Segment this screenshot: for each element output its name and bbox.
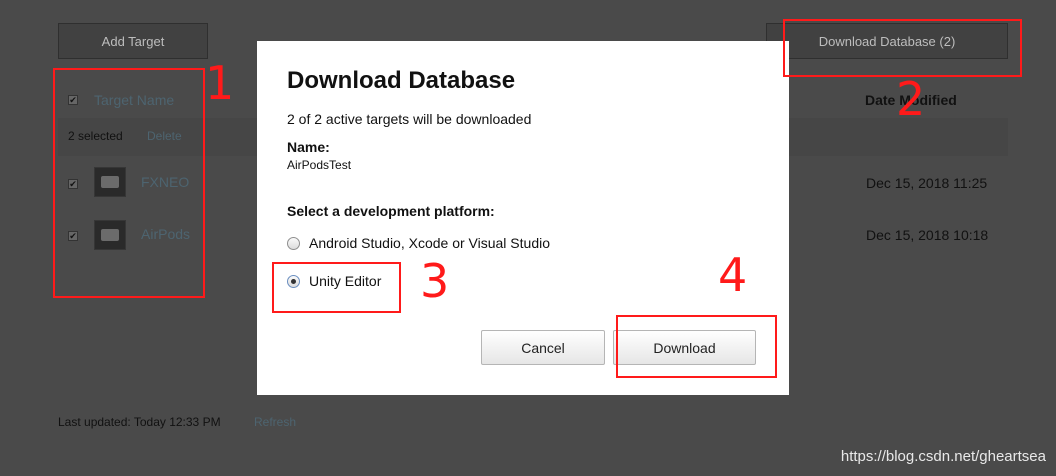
target-date: Dec 15, 2018 11:25: [866, 175, 988, 191]
annotation-number-1: 1: [205, 56, 235, 110]
dialog-title: Download Database: [287, 67, 516, 94]
annotation-number-4: 4: [718, 248, 748, 302]
cancel-button[interactable]: Cancel: [481, 330, 605, 365]
watermark-text: https://blog.csdn.net/gheartsea: [840, 448, 1046, 465]
last-updated-text: Last updated: Today 12:33 PM: [58, 415, 221, 429]
name-label: Name:: [287, 139, 330, 155]
annotation-box-unity-option: [272, 262, 401, 313]
annotation-box-download-button: [616, 315, 777, 378]
annotation-box-download-database: [783, 19, 1022, 77]
annotation-box-targets: [53, 68, 205, 298]
annotation-number-2: 2: [896, 72, 926, 126]
refresh-link[interactable]: Refresh: [254, 415, 296, 429]
dialog-summary: 2 of 2 active targets will be downloaded: [287, 111, 532, 127]
radio-unselected-icon[interactable]: [287, 236, 300, 250]
name-value: AirPodsTest: [287, 158, 352, 172]
platform-option-android-xcode-vs[interactable]: Android Studio, Xcode or Visual Studio: [287, 235, 550, 251]
add-target-button[interactable]: Add Target: [58, 23, 208, 59]
platform-label: Select a development platform:: [287, 203, 495, 219]
target-date: Dec 15, 2018 10:18: [866, 227, 989, 243]
annotation-number-3: 3: [420, 254, 450, 308]
platform-option-label: Android Studio, Xcode or Visual Studio: [309, 235, 551, 251]
